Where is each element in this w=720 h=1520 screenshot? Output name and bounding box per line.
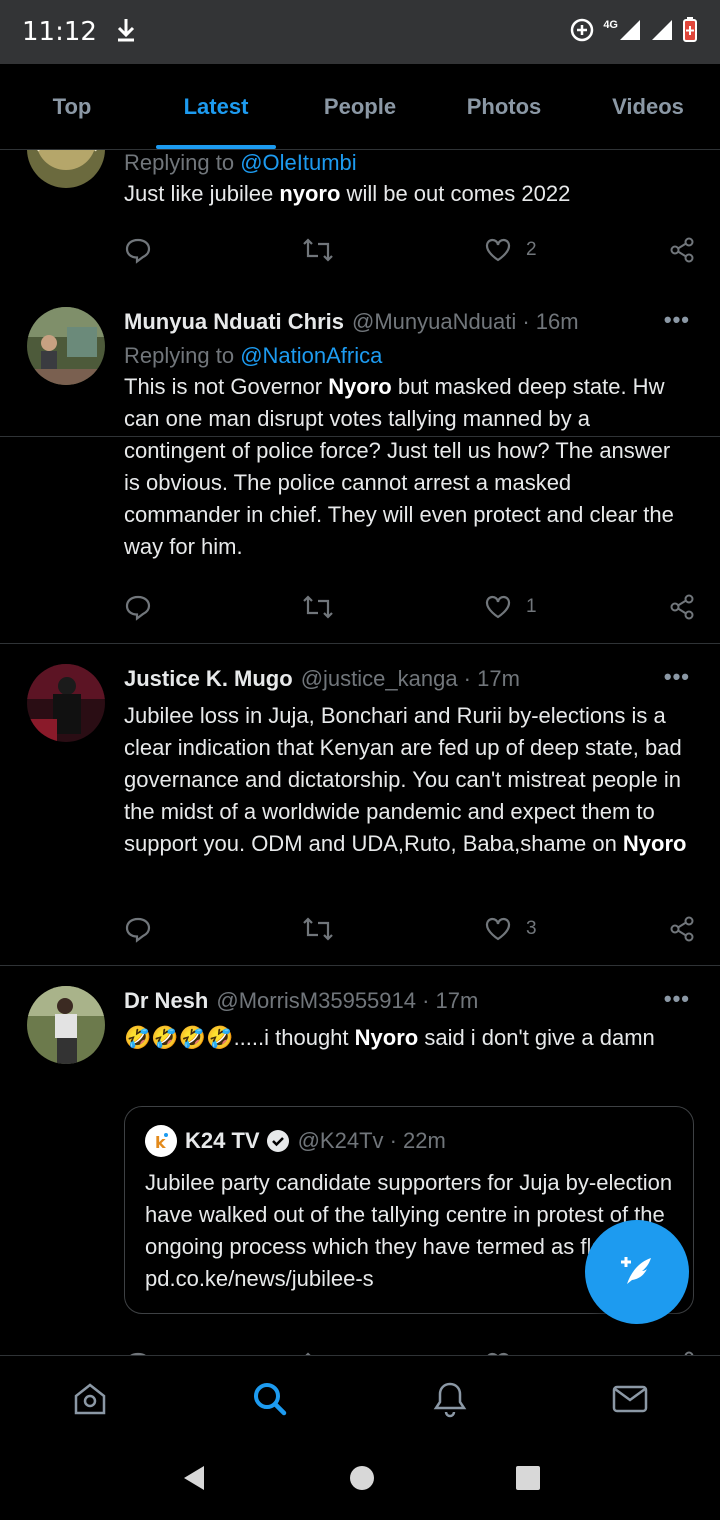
tweet[interactable]: Justice K. Mugo @justice_kanga · 17m •••… [0, 644, 720, 966]
status-bar: 11:12 4G [0, 0, 720, 64]
tweet-text: Just like jubilee nyoro will be out come… [124, 181, 571, 206]
display-name[interactable]: Dr Nesh [124, 988, 208, 1014]
system-navigation [0, 1441, 720, 1520]
tab-photos[interactable]: Photos [432, 64, 576, 149]
reply-icon [125, 917, 151, 943]
more-icon[interactable]: ••• [664, 986, 690, 1012]
like-count: 2 [526, 239, 537, 260]
retweet-icon [303, 238, 333, 262]
avatar[interactable] [27, 150, 105, 188]
network-type-label: 4G [603, 19, 618, 31]
share-button[interactable] [668, 915, 696, 943]
tab-latest[interactable]: Latest [144, 64, 288, 149]
search-icon [254, 1382, 287, 1415]
tweet-text: 🤣🤣🤣🤣.....i thought Nyoro said i don't gi… [124, 1025, 655, 1050]
tab-people[interactable]: People [288, 64, 432, 149]
handle-time: @MunyuaNduati · 16m [352, 309, 579, 334]
handle-time: @MorrisM35955914 · 17m [216, 988, 479, 1013]
signal-icon-2 [650, 18, 674, 47]
compose-button[interactable] [585, 1220, 689, 1324]
share-button[interactable] [668, 236, 696, 264]
nav-notifications[interactable] [360, 1356, 540, 1441]
replying-to: Replying to @NationAfrica [124, 343, 383, 368]
retweet-icon [303, 917, 333, 941]
share-icon [670, 237, 694, 263]
home-icon [74, 1382, 106, 1414]
download-icon [115, 17, 137, 48]
like-count: 1 [526, 596, 537, 617]
tweet-actions: 1 [124, 1344, 696, 1355]
avatar[interactable] [27, 307, 105, 385]
compose-icon [621, 1257, 651, 1284]
battery-icon [682, 16, 698, 48]
tweet-text: This is not Governor Nyoro but masked de… [124, 374, 674, 559]
reply-button[interactable] [124, 236, 152, 264]
signal-icon [618, 18, 642, 47]
reply-button[interactable] [124, 915, 152, 943]
tab-top[interactable]: Top [0, 64, 144, 149]
reply-icon [125, 238, 151, 264]
bottom-navigation [0, 1355, 720, 1441]
nav-messages[interactable] [540, 1356, 720, 1441]
heart-icon [485, 595, 511, 619]
tweet-header: Justice K. Mugo @justice_kanga · 17m [124, 666, 690, 692]
bell-icon [433, 1382, 467, 1417]
quoted-tweet-header: k K24 TV @K24Tv · 22m [145, 1125, 673, 1157]
avatar[interactable] [27, 986, 105, 1064]
status-time: 11:12 [22, 17, 97, 47]
heart-icon [485, 238, 511, 262]
reply-to-link[interactable]: @OleItumbi [240, 150, 356, 175]
display-name[interactable]: Justice K. Mugo [124, 666, 293, 692]
like-button[interactable]: 2 [484, 236, 537, 264]
more-icon[interactable]: ••• [664, 664, 690, 690]
retweet-button[interactable] [302, 236, 334, 264]
like-button[interactable]: 1 [484, 593, 537, 621]
retweet-button[interactable] [302, 915, 334, 943]
tab-videos[interactable]: Videos [576, 64, 720, 149]
tweet[interactable]: Munyua Nduati Chris @MunyuaNduati · 16m … [0, 287, 720, 644]
replying-to: Replying to @OleItumbi [124, 150, 357, 175]
recents-icon[interactable] [515, 1465, 541, 1496]
data-saver-icon [569, 17, 595, 48]
quoted-display-name[interactable]: K24 TV [185, 1128, 260, 1154]
reply-icon [125, 595, 151, 621]
heart-icon [485, 917, 511, 941]
tweet-actions: 2 [124, 230, 696, 270]
more-icon[interactable]: ••• [664, 307, 690, 333]
like-button[interactable]: 3 [484, 915, 537, 943]
tweet-header: Munyua Nduati Chris @MunyuaNduati · 16m [124, 309, 690, 335]
nav-home[interactable] [0, 1356, 180, 1441]
avatar[interactable] [27, 664, 105, 742]
share-button[interactable] [668, 593, 696, 621]
reply-button[interactable] [124, 593, 152, 621]
search-tabs: Top Latest People Photos Videos [0, 64, 720, 150]
display-name[interactable]: Munyua Nduati Chris [124, 309, 344, 335]
share-icon [670, 916, 694, 942]
like-count: 3 [526, 918, 537, 939]
share-icon [670, 594, 694, 620]
verified-badge-icon [266, 1129, 290, 1153]
tweet-header: Dr Nesh @MorrisM35955914 · 17m [124, 988, 690, 1014]
tweet-feed: Replying to @OleItumbi Just like jubilee… [0, 150, 720, 1355]
handle-time: @justice_kanga · 17m [300, 666, 520, 691]
back-icon[interactable] [179, 1463, 209, 1498]
home-circle-icon[interactable] [348, 1464, 376, 1497]
quoted-handle-time: @K24Tv · 22m [297, 1128, 446, 1153]
retweet-button[interactable] [302, 593, 334, 621]
reply-to-link[interactable]: @NationAfrica [240, 343, 382, 368]
retweet-icon [303, 595, 333, 619]
tweet-text: Jubilee loss in Juja, Bonchari and Rurii… [124, 703, 687, 856]
tweet-actions: 3 [124, 909, 696, 949]
mail-icon [612, 1385, 648, 1412]
quoted-avatar[interactable]: k [145, 1125, 177, 1157]
tweet-actions: 1 [124, 587, 696, 627]
nav-search[interactable] [180, 1356, 360, 1441]
